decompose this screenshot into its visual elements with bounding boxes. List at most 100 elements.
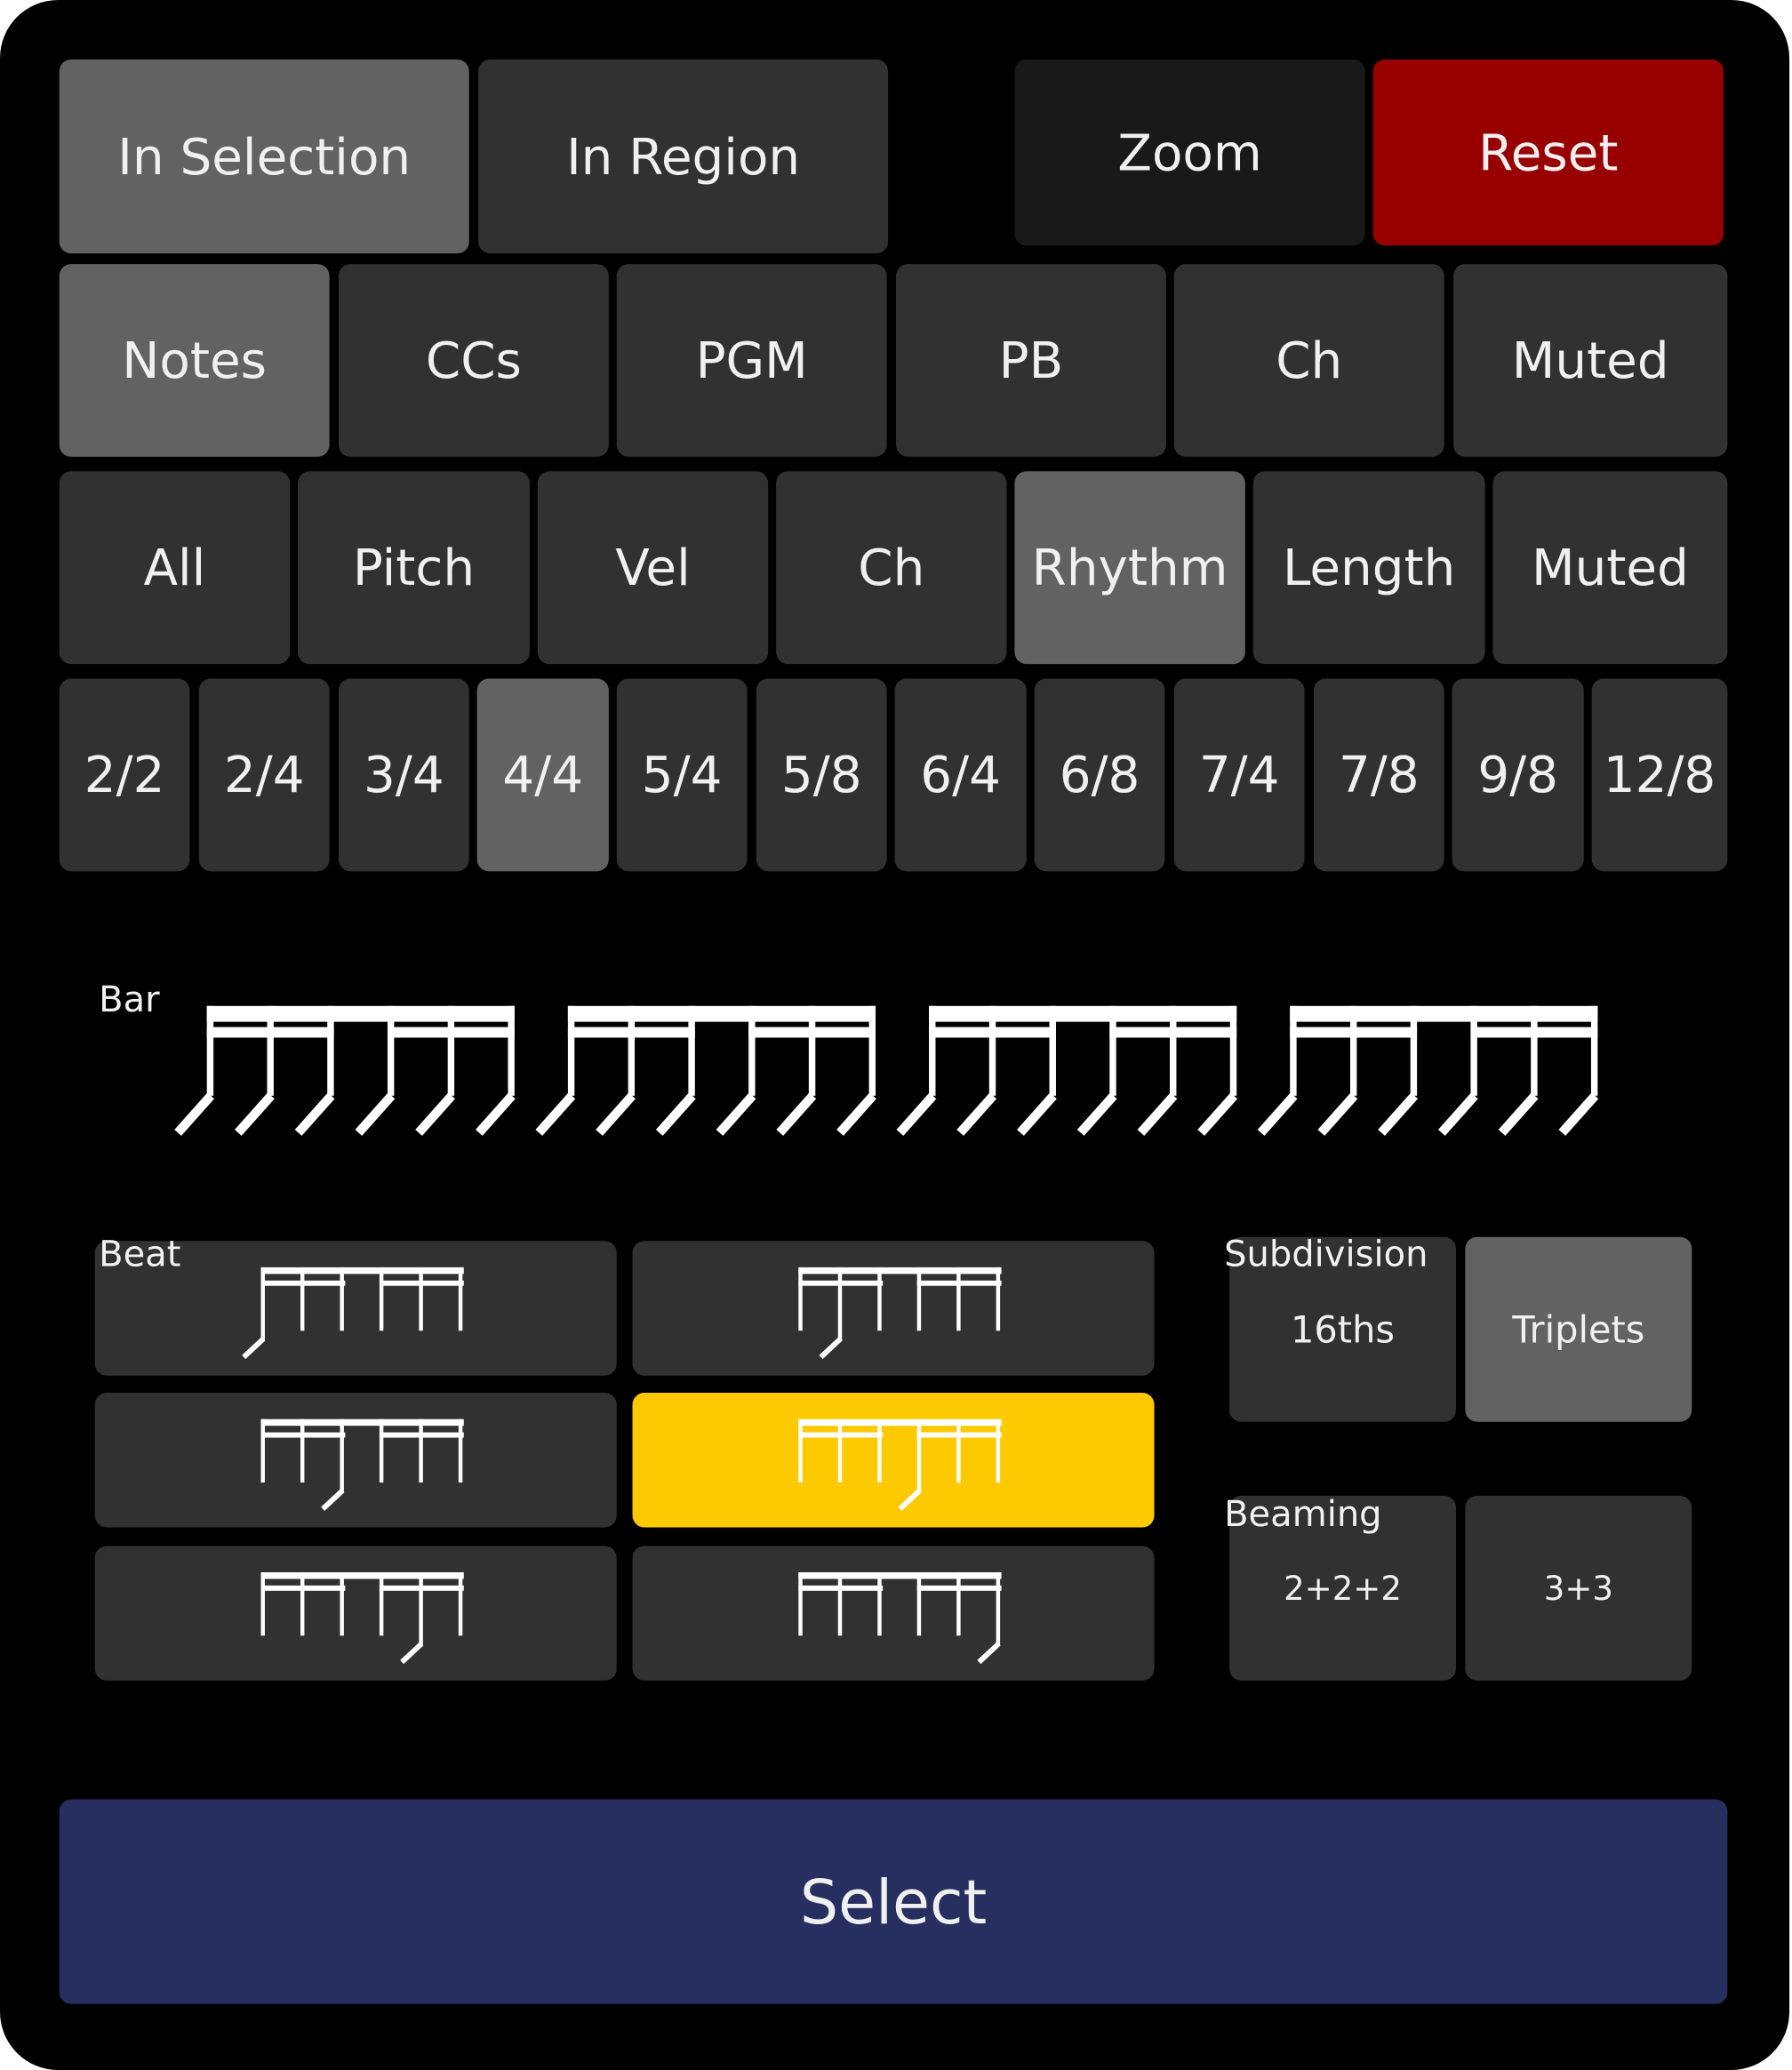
time-signature-5-4-button[interactable]: 5/4 — [616, 678, 748, 872]
bar-beam — [567, 1005, 876, 1022]
note-slash — [1498, 1092, 1539, 1136]
note-stem — [508, 1005, 515, 1096]
note-stem — [1229, 1005, 1237, 1096]
note-slash — [1137, 1092, 1178, 1136]
in-selection-button[interactable]: In Selection — [59, 59, 469, 254]
note-slash — [355, 1092, 396, 1136]
note-slash — [896, 1092, 937, 1136]
note-stem — [808, 1005, 816, 1096]
pgm-type-button[interactable]: PGM — [616, 264, 887, 457]
notes-type-button[interactable]: Notes — [59, 264, 330, 457]
note-stem — [929, 1005, 936, 1096]
ccs-type-button[interactable]: CCs — [338, 264, 609, 457]
note-slash — [535, 1092, 576, 1136]
filter-pitch-button[interactable]: Pitch — [298, 471, 530, 665]
bar-sub-beam — [929, 1027, 1056, 1038]
note-stem — [327, 1005, 334, 1096]
time-signature-7-8-button[interactable]: 7/8 — [1313, 678, 1444, 872]
note-slash — [1437, 1092, 1478, 1136]
time-signature-5-8-button[interactable]: 5/8 — [756, 678, 887, 872]
note-slash — [655, 1092, 696, 1136]
bar-sub-beam — [748, 1027, 876, 1038]
note-slash — [716, 1092, 756, 1136]
note-slash — [776, 1092, 817, 1136]
bar-sub-beam — [567, 1027, 695, 1038]
time-signature-4-4-button[interactable]: 4/4 — [476, 678, 609, 872]
note-slash — [234, 1092, 275, 1136]
bar-sub-beam — [1109, 1027, 1237, 1038]
note-stem — [1531, 1005, 1538, 1096]
note-slash — [1197, 1092, 1238, 1136]
bar-beam — [1290, 1005, 1598, 1022]
bar-sub-beam — [387, 1027, 515, 1038]
reset-button[interactable]: Reset — [1372, 59, 1724, 246]
time-signature-2-4-button[interactable]: 2/4 — [198, 678, 330, 872]
note-stem — [748, 1005, 756, 1096]
note-slash — [1076, 1092, 1117, 1136]
filter-all-button[interactable]: All — [59, 471, 291, 665]
note-stem — [1170, 1005, 1177, 1096]
bar-sub-beam — [1290, 1027, 1418, 1038]
note-slash — [1558, 1092, 1599, 1136]
note-stem — [1410, 1005, 1418, 1096]
bar-beam — [929, 1005, 1237, 1022]
note-slash — [415, 1092, 456, 1136]
note-slash — [475, 1092, 516, 1136]
note-slash — [174, 1092, 215, 1136]
pb-type-button[interactable]: PB — [895, 264, 1166, 457]
note-stem — [868, 1005, 876, 1096]
channel-type-button[interactable]: Ch — [1173, 264, 1444, 457]
note-stem — [1349, 1005, 1357, 1096]
beat-note-5-button[interactable] — [94, 1546, 617, 1681]
note-stem — [267, 1005, 274, 1096]
filter-muted-button[interactable]: Muted — [1492, 471, 1728, 665]
note-slash — [836, 1092, 876, 1136]
note-stem — [688, 1005, 695, 1096]
filter-velocity-button[interactable]: Vel — [537, 471, 769, 665]
note-slash — [596, 1092, 636, 1136]
note-stem — [567, 1005, 575, 1096]
beaming-3-3-button[interactable]: 3+3 — [1465, 1495, 1692, 1681]
beat-note-4-button[interactable] — [632, 1393, 1155, 1528]
time-signature-6-4-button[interactable]: 6/4 — [894, 678, 1027, 872]
subdivision-label: Subdivision — [1224, 1234, 1428, 1275]
select-button[interactable]: Select — [59, 1799, 1728, 2004]
note-stem — [1049, 1005, 1056, 1096]
note-stem — [1470, 1005, 1477, 1096]
time-signature-2-2-button[interactable]: 2/2 — [59, 678, 190, 872]
note-stem — [206, 1005, 214, 1096]
bar-sub-beam — [206, 1027, 334, 1038]
beat-note-2-button[interactable] — [632, 1241, 1155, 1376]
note-slash — [294, 1092, 335, 1136]
note-stem — [628, 1005, 636, 1096]
note-stem — [1590, 1005, 1598, 1096]
note-slash — [1317, 1092, 1358, 1136]
bar-beam — [206, 1005, 515, 1022]
beat-note-3-button[interactable] — [94, 1393, 617, 1528]
bar-sub-beam — [1470, 1027, 1598, 1038]
filter-rhythm-button[interactable]: Rhythm — [1014, 471, 1245, 665]
filter-channel-button[interactable]: Ch — [776, 471, 1007, 665]
beat-note-6-button[interactable] — [632, 1546, 1155, 1681]
muted-type-button[interactable]: Muted — [1453, 264, 1728, 457]
note-stem — [1109, 1005, 1116, 1096]
time-signature-12-8-button[interactable]: 12/8 — [1591, 678, 1728, 872]
in-region-button[interactable]: In Region — [478, 59, 889, 254]
note-stem — [1290, 1005, 1297, 1096]
note-slash — [956, 1092, 997, 1136]
time-signature-3-4-button[interactable]: 3/4 — [338, 678, 469, 872]
beat-label: Beat — [99, 1234, 181, 1275]
note-stem — [447, 1005, 455, 1096]
time-signature-6-8-button[interactable]: 6/8 — [1034, 678, 1165, 872]
subdivision-triplets-button[interactable]: Triplets — [1465, 1236, 1692, 1422]
note-slash — [1257, 1092, 1298, 1136]
time-signature-7-4-button[interactable]: 7/4 — [1173, 678, 1305, 872]
time-signature-9-8-button[interactable]: 9/8 — [1452, 678, 1584, 872]
zoom-button[interactable]: Zoom — [1014, 59, 1365, 246]
filter-length-button[interactable]: Length — [1252, 471, 1485, 665]
note-slash — [1378, 1092, 1419, 1136]
beaming-label: Beaming — [1224, 1494, 1382, 1536]
note-stem — [387, 1005, 395, 1096]
note-stem — [988, 1005, 996, 1096]
rhythm-select-panel: In Selection In Region Zoom Reset Notes … — [0, 0, 1790, 2070]
